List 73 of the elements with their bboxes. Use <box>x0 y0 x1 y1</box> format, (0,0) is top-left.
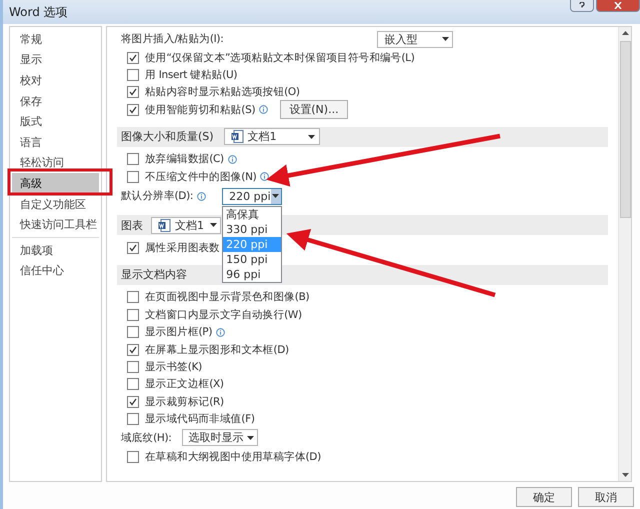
checkbox[interactable] <box>127 396 139 408</box>
checkbox[interactable] <box>127 104 139 116</box>
option-label: 使用智能剪切和粘贴(S) <box>145 102 256 117</box>
sidebar-item[interactable]: 校对 <box>12 70 99 91</box>
scrollbar[interactable] <box>618 27 631 481</box>
dropdown[interactable]: 220 ppi <box>222 188 282 205</box>
document-dropdown[interactable]: 文档1 <box>151 216 221 234</box>
option-label: 域底纹(H): <box>121 430 172 445</box>
section-title: 图表 <box>121 218 143 233</box>
sidebar-item[interactable]: 显示 <box>12 50 99 70</box>
help-button[interactable] <box>570 0 594 12</box>
section-title: 图像大小和质量(S) <box>121 129 214 144</box>
dropdown[interactable]: 嵌入型 <box>377 30 454 48</box>
caret-icon <box>272 194 280 198</box>
close-button[interactable] <box>596 0 640 12</box>
document-icon <box>158 218 171 232</box>
caret-icon <box>442 37 449 41</box>
window-title: Word 选项 <box>9 4 68 20</box>
option-label: 默认分辨率(D): <box>121 189 194 204</box>
checkbox[interactable] <box>127 153 139 166</box>
option-label: 显示域代码而非域值(F) <box>145 412 255 426</box>
checkbox[interactable] <box>127 450 139 463</box>
sidebar-item[interactable]: 信任中心 <box>12 260 99 282</box>
option-label: 显示裁剪标记(R) <box>145 394 224 409</box>
option-label: 显示书签(K) <box>145 360 202 374</box>
checkbox[interactable] <box>127 413 139 426</box>
caret-icon <box>308 134 316 139</box>
option-label: 将图片插入/粘贴为(I): <box>121 32 224 46</box>
checkbox[interactable] <box>127 378 139 390</box>
caret-icon <box>210 223 216 228</box>
help-icon <box>579 2 585 10</box>
sidebar-item[interactable]: 版式 <box>12 111 99 132</box>
scroll-down-icon[interactable] <box>622 473 628 477</box>
scroll-up-icon[interactable] <box>622 31 628 35</box>
option-label: 在屏幕上显示图形和文本框(D) <box>145 342 289 357</box>
checkbox[interactable] <box>127 242 139 254</box>
caret-icon <box>246 436 254 440</box>
sidebar-item[interactable]: 自定义功能区 <box>12 194 99 214</box>
sidebar-item[interactable]: 快速访问工具栏 <box>12 214 99 235</box>
option-label: 显示正文边框(X) <box>145 377 224 392</box>
sidebar-item[interactable]: 常规 <box>12 29 99 50</box>
option-label: 粘贴内容时显示粘贴选项按钮(O) <box>145 85 300 100</box>
sidebar-item[interactable]: 加载项 <box>12 240 99 261</box>
dropdown[interactable]: 选取时显示 <box>182 429 258 446</box>
option-label: 在草稿和大纲视图中使用草稿字体(D) <box>145 450 321 464</box>
sidebar-item[interactable]: 保存 <box>12 90 99 112</box>
sidebar-item[interactable]: 轻松访问 <box>12 152 99 174</box>
sidebar-item[interactable]: 高级 <box>12 173 99 194</box>
ok-button[interactable]: 确定 <box>516 487 572 507</box>
checkbox[interactable] <box>127 52 139 64</box>
option-label: 放弃编辑数据(C) <box>145 152 224 166</box>
checkbox[interactable] <box>127 69 139 82</box>
option-label: 属性采用图表数 <box>145 241 220 256</box>
checkbox[interactable] <box>127 86 139 98</box>
checkbox[interactable] <box>127 308 139 321</box>
checkbox[interactable] <box>127 360 139 373</box>
option-label: 不压缩文件中的图像(N) <box>145 170 256 184</box>
option-label: 文档窗口内显示文字自动换行(W) <box>145 308 302 322</box>
cancel-button[interactable]: 取消 <box>578 487 634 507</box>
document-icon <box>230 130 244 144</box>
settings-button[interactable]: 设置(N)... <box>280 100 348 120</box>
option-label: 显示图片框(P) <box>145 325 212 340</box>
checkbox[interactable] <box>127 170 139 183</box>
option-label: 使用“仅保留文本”选项粘贴文本时保留项目符号和编号(L) <box>145 50 415 65</box>
checkbox[interactable] <box>127 291 139 304</box>
sidebar-item[interactable]: 语言 <box>12 132 99 153</box>
document-dropdown[interactable]: 文档1 <box>224 128 320 146</box>
option-label: 在页面视图中显示背景色和图像(B) <box>145 290 310 304</box>
section-title: 显示文档内容 <box>121 267 187 282</box>
option-label: 用 Insert 键粘贴(U) <box>145 68 238 82</box>
close-icon <box>614 2 622 9</box>
checkbox[interactable] <box>127 344 139 356</box>
checkbox[interactable] <box>127 326 139 338</box>
